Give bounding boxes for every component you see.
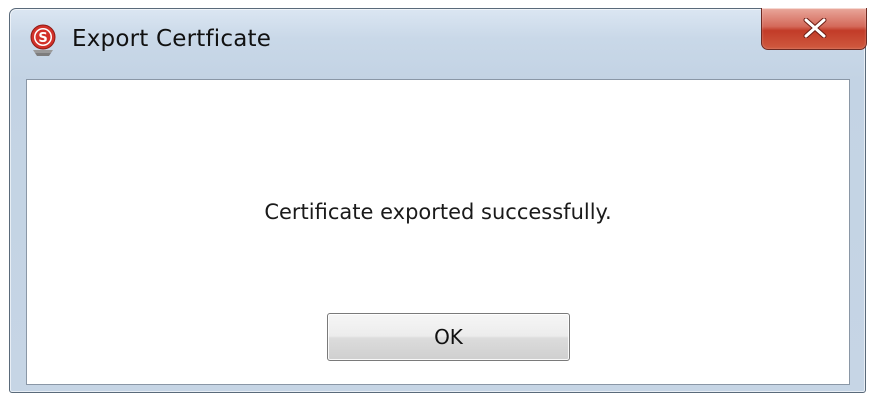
status-message: Certificate exported successfully. — [264, 200, 612, 224]
window-title: Export Certficate — [72, 26, 272, 52]
close-x-icon — [803, 18, 827, 38]
close-button[interactable] — [761, 8, 867, 50]
ok-button[interactable]: OK — [327, 313, 570, 361]
svg-text:S: S — [38, 31, 47, 46]
dialog-content: Certificate exported successfully. OK — [26, 79, 850, 385]
app-logo-icon: S — [29, 24, 57, 58]
export-certificate-dialog: S Export Certficate Certificate exported… — [9, 8, 867, 393]
title-bar[interactable]: S Export Certficate — [10, 8, 867, 77]
